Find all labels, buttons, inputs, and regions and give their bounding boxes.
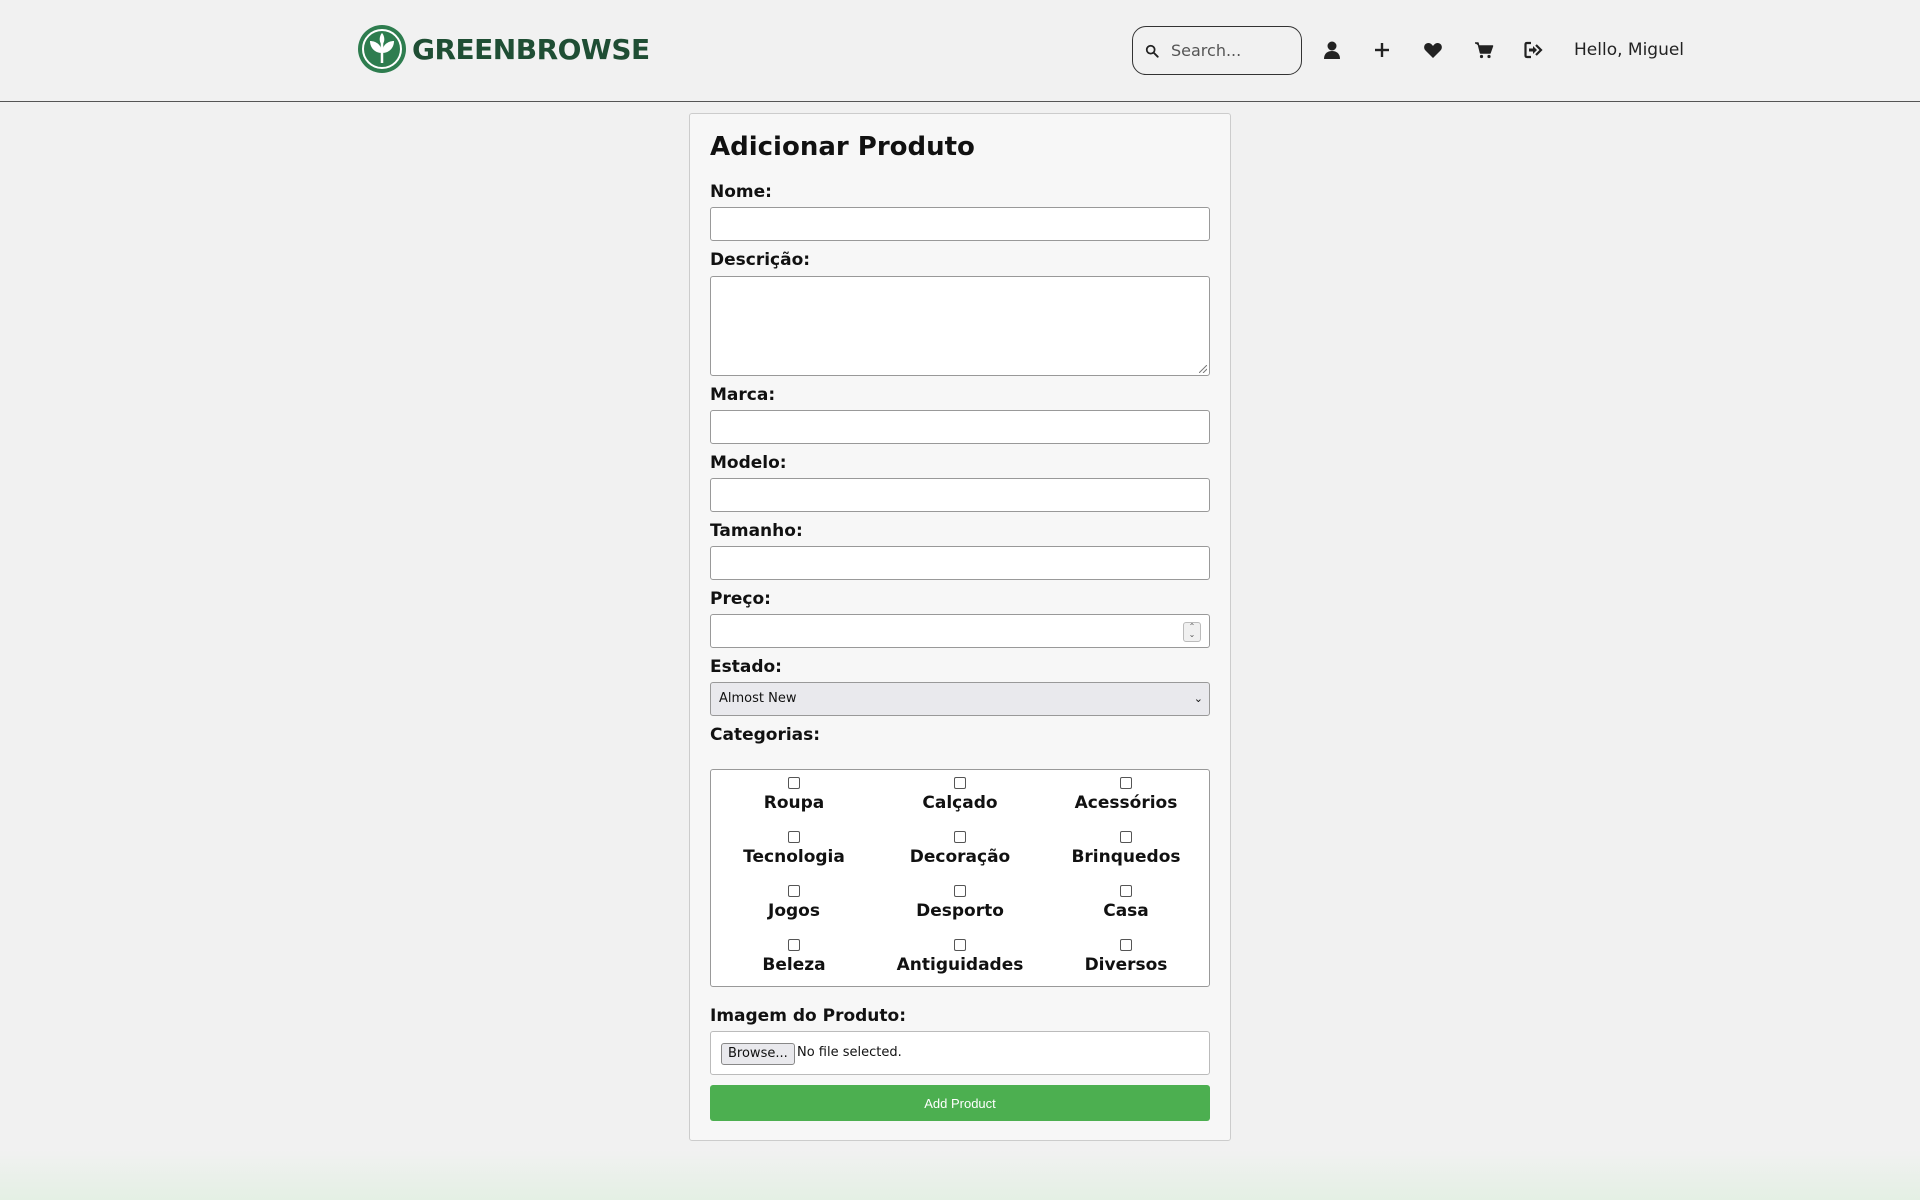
category-checkbox[interactable] [788,885,800,897]
category-brinquedos[interactable]: Brinquedos [1043,831,1209,867]
image-label: Imagem do Produto: [710,1006,907,1026]
chevron-down-icon: ⌄ [1193,692,1203,705]
browse-button[interactable]: Browse... [721,1043,795,1065]
state-selected-value: Almost New [719,691,797,706]
category-label: Diversos [1084,955,1168,975]
cart-icon[interactable] [1472,38,1496,62]
state-label: Estado: [710,657,782,677]
category-tecnologia[interactable]: Tecnologia [711,831,877,867]
brand-name: GREENBROWSE [412,32,650,66]
category-label: Tecnologia [743,847,845,867]
top-navbar: GREENBROWSE Hello, Miguel [0,0,1920,102]
category-checkbox[interactable] [954,777,966,789]
category-label: Casa [1103,901,1149,921]
footer-gradient [0,1150,1920,1200]
categories-label: Categorias: [710,725,821,745]
plus-icon[interactable] [1370,38,1394,62]
description-textarea[interactable] [710,276,1210,376]
category-checkbox[interactable] [788,831,800,843]
page-title: Adicionar Produto [710,132,975,162]
brand-input[interactable] [710,410,1210,444]
category-label: Antiguidades [896,955,1024,975]
category-checkbox[interactable] [1120,831,1132,843]
category-beleza[interactable]: Beleza [711,939,877,975]
add-product-button[interactable]: Add Product [710,1085,1210,1121]
user-icon[interactable] [1320,38,1344,62]
category-casa[interactable]: Casa [1043,885,1209,921]
heart-icon[interactable] [1421,38,1445,62]
category-roupa[interactable]: Roupa [711,777,877,813]
category-label: Jogos [768,901,820,921]
size-input[interactable] [710,546,1210,580]
category-checkbox[interactable] [788,939,800,951]
category-label: Brinquedos [1071,847,1181,867]
search-input[interactable] [1169,40,1293,61]
category-desporto[interactable]: Desporto [877,885,1043,921]
name-input[interactable] [710,207,1210,241]
category-checkbox[interactable] [788,777,800,789]
state-select[interactable]: Almost New ⌄ [710,682,1210,716]
logo-icon [358,25,406,73]
category-checkbox[interactable] [1120,939,1132,951]
category-diversos[interactable]: Diversos [1043,939,1209,975]
category-checkbox[interactable] [954,885,966,897]
model-label: Modelo: [710,453,787,473]
model-input[interactable] [710,478,1210,512]
price-input[interactable]: ⌃ ⌄ [710,614,1210,648]
category-checkbox[interactable] [1120,885,1132,897]
category-checkbox[interactable] [1120,777,1132,789]
categories-group: Roupa Calçado Acessórios Tecnologia Deco… [710,769,1210,987]
category-checkbox[interactable] [954,831,966,843]
logout-icon[interactable] [1521,38,1545,62]
category-acessorios[interactable]: Acessórios [1043,777,1209,813]
resize-handle-icon[interactable] [1199,365,1207,373]
price-label: Preço: [710,589,771,609]
category-calcado[interactable]: Calçado [877,777,1043,813]
category-checkbox[interactable] [954,939,966,951]
price-stepper[interactable]: ⌃ ⌄ [1183,622,1201,642]
category-antiguidades[interactable]: Antiguidades [877,939,1043,975]
brand-label: Marca: [710,385,776,405]
user-greeting: Hello, Miguel [1574,40,1685,60]
file-status: No file selected. [797,1045,902,1060]
category-decoracao[interactable]: Decoração [877,831,1043,867]
search-icon [1145,44,1159,58]
category-label: Roupa [763,793,825,813]
category-label: Decoração [909,847,1011,867]
category-label: Calçado [922,793,998,813]
search-box[interactable] [1132,26,1302,75]
add-product-form: Adicionar Produto Nome: Descrição: Marca… [689,113,1231,1141]
image-file-input[interactable]: Browse... No file selected. [710,1031,1210,1075]
category-label: Beleza [762,955,826,975]
size-label: Tamanho: [710,521,803,541]
category-jogos[interactable]: Jogos [711,885,877,921]
description-label: Descrição: [710,250,811,270]
name-label: Nome: [710,182,772,202]
category-label: Desporto [916,901,1004,921]
logo[interactable]: GREENBROWSE [356,23,650,75]
category-label: Acessórios [1074,793,1178,813]
